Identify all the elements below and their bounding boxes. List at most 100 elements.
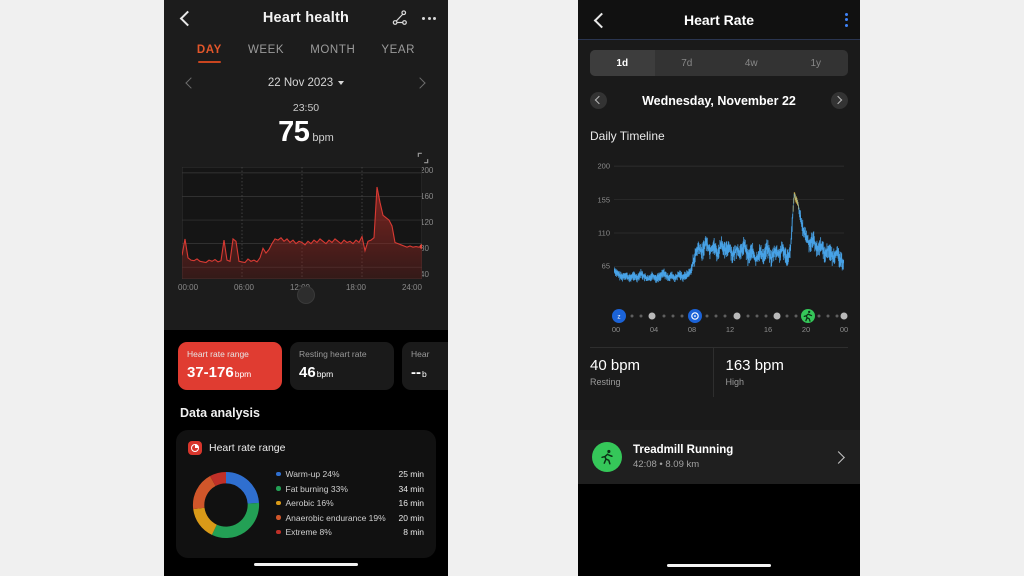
back-icon[interactable] [590, 10, 610, 30]
summary-cards: Heart rate range 37-176 bpm Resting hear… [164, 330, 448, 390]
prev-day-icon[interactable] [590, 92, 607, 109]
daily-timeline-chart[interactable] [614, 155, 844, 285]
drag-handle[interactable] [297, 286, 315, 304]
timeline-dot [705, 314, 709, 318]
legend-color-dot [276, 529, 281, 535]
heart-rate-day-chart[interactable] [182, 167, 422, 279]
timeline-dot [746, 314, 750, 318]
daily-timeline-title: Daily Timeline [590, 129, 665, 143]
prev-date-icon[interactable] [182, 75, 198, 91]
sleep-icon[interactable]: z [612, 309, 627, 323]
left-header-actions [391, 9, 436, 27]
activity-title: Treadmill Running [633, 444, 734, 456]
timeline-dot [680, 314, 684, 318]
heart-rate-range-icon [188, 441, 202, 455]
date-navigator: Wednesday, November 22 [590, 92, 848, 109]
right-chart-y-axis: 200 155 110 65 [590, 155, 612, 277]
right-body: 1d 7d 4w 1y Wednesday, November 22 Daily… [578, 40, 860, 430]
tab-month[interactable]: MONTH [310, 44, 355, 63]
legend-item: Warm-up 24% 25 min [276, 469, 424, 479]
y-tick-label: 155 [597, 195, 610, 205]
card-value: 37-176 [187, 364, 234, 381]
card-label: Heart rate range [187, 349, 249, 359]
card-value: -- [411, 364, 421, 381]
y-tick-label: 65 [601, 261, 610, 271]
heart-rate-panel: Heart Rate 1d 7d 4w 1y Wednesday, Novemb… [578, 0, 860, 576]
timeline-dot [630, 314, 634, 318]
range-4w[interactable]: 4w [719, 50, 784, 76]
x-tick-label: 00 [839, 325, 849, 334]
running-icon[interactable] [800, 309, 815, 323]
back-icon[interactable] [176, 8, 196, 28]
legend-item: Aerobic 16% 16 min [276, 498, 424, 508]
next-date-icon[interactable] [414, 75, 430, 91]
tab-year[interactable]: YEAR [381, 44, 415, 63]
y-tick-label: 110 [598, 228, 610, 238]
left-header: Heart health [164, 0, 448, 36]
card-value-row: 46 bpm [299, 364, 385, 381]
donut-and-legend: Warm-up 24% 25 min Fat burning 33% 34 min Ae… [188, 467, 424, 543]
timeline-dot [714, 314, 718, 318]
left-bottom-section: Heart rate range 37-176 bpm Resting hear… [164, 330, 448, 576]
timeline-dot [648, 312, 656, 320]
range-1y[interactable]: 1y [784, 50, 849, 76]
timeline-dot [755, 314, 759, 318]
timeline-dot [835, 314, 839, 318]
legend-minutes: 34 min [398, 483, 424, 494]
legend-color-dot [276, 486, 281, 491]
page-title: Heart Rate [683, 11, 755, 28]
left-chart-container: 2001601208040 00:0006:0012:0018:0024:00 [164, 152, 448, 304]
event-markers: z [612, 309, 848, 323]
legend-label: Aerobic 16% [285, 498, 334, 508]
card-resting-heart-rate[interactable]: Resting heart rate 46 bpm [290, 342, 394, 390]
activity-row[interactable]: Treadmill Running 42:08 • 8.09 km [578, 430, 860, 484]
heart-rate-zone-donut[interactable] [188, 467, 264, 543]
event-timeline[interactable]: z 00 04 08 12 16 20 00 [590, 307, 848, 341]
tab-week[interactable]: WEEK [248, 44, 284, 63]
heart-rate-range-card[interactable]: Heart rate range Warm-up 24% 25 min Fat bu… [176, 430, 436, 558]
stat-label: Resting [590, 377, 621, 387]
legend-label: Fat burning 33% [285, 483, 348, 494]
zone-legend: Warm-up 24% 25 min Fat burning 33% 34 min Ae… [276, 467, 424, 543]
timeline-dot [817, 314, 821, 318]
legend-label: Anaerobic endurance 19% [285, 512, 386, 523]
timeline-dot [764, 314, 768, 318]
alarm-icon[interactable] [687, 309, 702, 323]
card-unit: bpm [316, 369, 334, 379]
card-heart-rate-extra[interactable]: Hear -- b [402, 342, 448, 390]
timeline-dot [662, 314, 666, 318]
expand-arrows-icon[interactable] [416, 151, 430, 165]
stat-label: High [725, 377, 745, 387]
more-horizontal-icon[interactable] [422, 16, 436, 20]
timeline-dot [794, 314, 798, 318]
card-label: Resting heart rate [299, 349, 367, 359]
legend-label: Warm-up 24% [285, 469, 340, 479]
timeline-dot [723, 314, 727, 318]
timeline-dot [826, 314, 830, 318]
home-indicator[interactable] [667, 563, 771, 567]
activity-subtitle: 42:08 • 8.09 km [633, 459, 700, 470]
data-analysis-title: Data analysis [180, 406, 260, 420]
legend-color-dot [276, 500, 281, 506]
card-header: Heart rate range [188, 441, 424, 455]
range-7d[interactable]: 7d [655, 50, 720, 76]
svg-text:z: z [618, 313, 621, 320]
tab-day[interactable]: DAY [197, 44, 222, 63]
chevron-right-icon[interactable] [832, 450, 846, 464]
x-tick-label: 00 [611, 325, 621, 334]
card-value-row: 37-176 bpm [187, 364, 273, 381]
card-heart-rate-range[interactable]: Heart rate range 37-176 bpm [178, 342, 282, 390]
running-icon [592, 442, 622, 472]
left-chart-y-axis: 200 160 120 80 40 [420, 166, 434, 279]
card-value-row: -- b [411, 364, 448, 381]
x-tick-label: 16 [763, 325, 773, 334]
current-bpm-value: 75 [278, 116, 310, 148]
card-label: Hear [411, 349, 430, 359]
more-vertical-icon[interactable] [845, 12, 848, 27]
timeline-dot [639, 314, 643, 318]
current-date-selector[interactable]: 22 Nov 2023 [268, 77, 345, 89]
range-1d[interactable]: 1d [590, 50, 655, 76]
next-day-icon[interactable] [831, 92, 848, 109]
share-node-icon[interactable] [391, 9, 409, 27]
home-indicator[interactable] [254, 562, 358, 566]
